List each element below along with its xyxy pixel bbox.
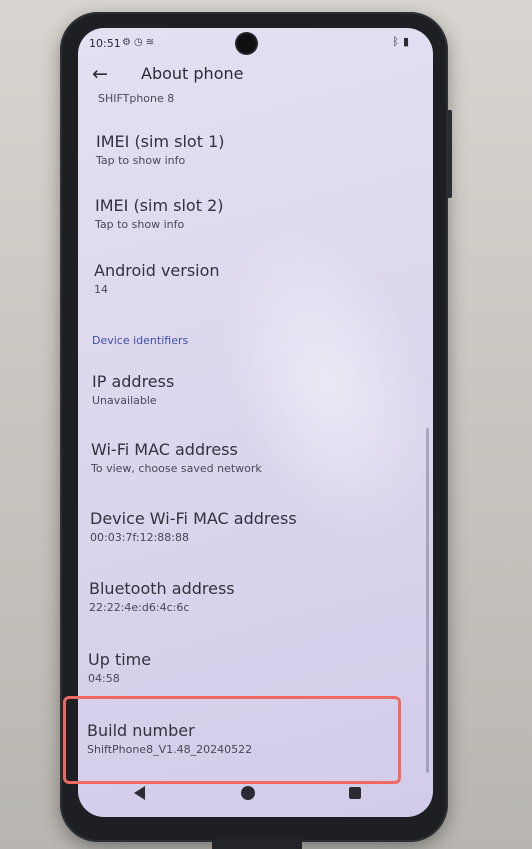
battery-icon: ▮ (402, 35, 413, 48)
back-triangle-icon[interactable] (134, 786, 145, 800)
item-title: Bluetooth address (89, 579, 235, 598)
item-summary: Tap to show info (96, 154, 186, 167)
highlight-box-build-number (63, 696, 401, 784)
scrollbar[interactable] (426, 428, 429, 773)
item-title: IMEI (sim slot 1) (96, 132, 225, 151)
navigation-bar (78, 784, 433, 817)
device-model-cut: SHIFTphone 8 (98, 92, 175, 105)
item-title: Device Wi-Fi MAC address (90, 509, 297, 528)
back-arrow-icon[interactable]: ← (92, 62, 108, 86)
item-summary: 00:03:7f:12:88:88 (90, 531, 189, 544)
list-item-ip-address[interactable]: IP address Unavailable (92, 372, 432, 407)
list-item-device-wifi-mac[interactable]: Device Wi-Fi MAC address 00:03:7f:12:88:… (90, 509, 430, 544)
item-summary: Unavailable (92, 394, 157, 407)
page-title: About phone (141, 64, 244, 83)
list-item-up-time[interactable]: Up time 04:58 (88, 650, 428, 685)
bluetooth-icon: ᛒ (392, 35, 403, 48)
status-time: 10:51 (89, 37, 121, 50)
list-item-bluetooth-address[interactable]: Bluetooth address 22:22:4e:d6:4c:6c (89, 579, 429, 614)
home-circle-icon[interactable] (241, 786, 255, 800)
item-summary: 14 (94, 283, 108, 296)
item-summary: 22:22:4e:d6:4c:6c (89, 601, 190, 614)
usb-cable (212, 838, 302, 849)
status-left-icons: ⚙◷≋ (122, 37, 157, 48)
list-item-wifi-mac[interactable]: Wi-Fi MAC address To view, choose saved … (91, 440, 431, 475)
item-summary: To view, choose saved network (91, 462, 262, 475)
front-camera (237, 34, 256, 53)
list-item-android-version[interactable]: Android version 14 (94, 261, 433, 296)
gear-icon: ⚙ (122, 37, 134, 48)
section-header-device-identifiers: Device identifiers (92, 334, 189, 347)
status-right-icons: ᛒ▮ (392, 35, 413, 48)
recents-square-icon[interactable] (349, 787, 361, 799)
list-item-imei-slot-1[interactable]: IMEI (sim slot 1) Tap to show info (96, 132, 433, 167)
item-title: Up time (88, 650, 152, 669)
side-button[interactable] (447, 110, 452, 198)
app-bar: ← About phone (78, 60, 433, 90)
list-item-imei-slot-2[interactable]: IMEI (sim slot 2) Tap to show info (95, 196, 433, 231)
item-title: Android version (94, 261, 220, 280)
item-title: Wi-Fi MAC address (91, 440, 238, 459)
item-summary: Tap to show info (95, 218, 185, 231)
status-bar: 10:51 ⚙◷≋ ᛒ▮ (78, 28, 433, 58)
item-title: IMEI (sim slot 2) (95, 196, 224, 215)
item-summary: 04:58 (88, 672, 120, 685)
item-title: IP address (92, 372, 175, 391)
wifi-icon: ≋ (145, 37, 158, 48)
alarm-icon: ◷ (133, 37, 146, 48)
